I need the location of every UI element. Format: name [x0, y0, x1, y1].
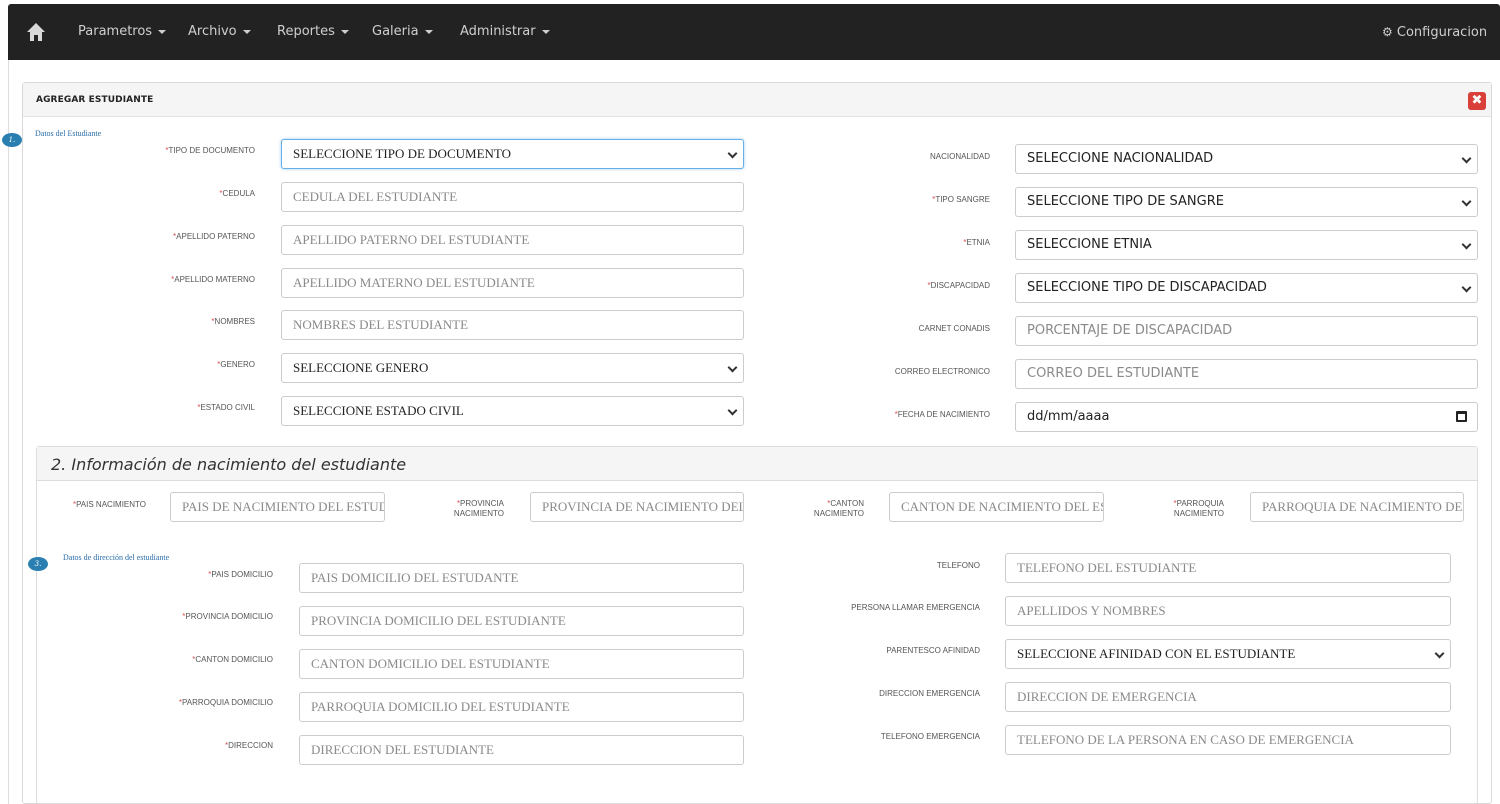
nav-menu-archivo[interactable]: Archivo [188, 4, 251, 60]
panel-heading: AGREGAR ESTUDIANTE ✖ [23, 83, 1491, 117]
telefono-emergencia-input[interactable]: TELEFONO DE LA PERSONA EN CASO DE EMERGE… [1005, 725, 1451, 755]
persona-emergencia-input[interactable]: APELLIDOS Y NOMBRES [1005, 596, 1451, 626]
label-genero: *GENERO [217, 360, 255, 369]
caret-down-icon [541, 29, 550, 34]
canton-domicilio-input[interactable]: CANTON DOMICILIO DEL ESTUDIANTE [299, 649, 744, 679]
top-navbar: Parametros Archivo Reportes Galeria Admi… [8, 4, 1500, 91]
chevron-down-icon [1461, 282, 1472, 293]
carnet-conadis-input[interactable]: PORCENTAJE DE DISCAPACIDAD [1015, 316, 1478, 346]
label-etnia: *ETNIA [963, 238, 990, 247]
provincia-nacimiento-input[interactable]: PROVINCIA DE NACIMIENTO DEL ESTUDIANTE [530, 492, 744, 522]
step-badge: 1. [2, 133, 22, 147]
chevron-down-icon [1461, 153, 1472, 164]
chevron-down-icon [1461, 239, 1472, 250]
label-telefono: TELEFONO [936, 561, 980, 570]
fecha-nacimiento-input[interactable]: dd/mm/aaaa [1015, 402, 1478, 432]
label-fecha-nacimiento: *FECHA DE NACIMIENTO [894, 410, 990, 419]
section-nacimiento-heading: 2. Información de nacimiento del estudia… [37, 447, 1477, 481]
provincia-domicilio-input[interactable]: PROVINCIA DOMICILIO DEL ESTUDIANTE [299, 606, 744, 636]
label-tipo-sangre: *TIPO SANGRE [932, 195, 990, 204]
chevron-down-icon [727, 405, 738, 416]
label-cedula: *CEDULA [219, 189, 255, 198]
label-persona-emergencia: PERSONA LLAMAR EMERGENCIA [851, 603, 980, 612]
cedula-input[interactable]: CEDULA DEL ESTUDIANTE [281, 182, 744, 212]
label-nacionalidad: NACIONALIDAD [929, 152, 990, 161]
apellido-paterno-input[interactable]: APELLIDO PATERNO DEL ESTUDIANTE [281, 225, 744, 255]
calendar-icon[interactable] [1456, 411, 1467, 422]
caret-down-icon [340, 29, 349, 34]
label-tipo-documento: *TIPO DE DOCUMENTO [165, 146, 255, 155]
chevron-down-icon [1461, 196, 1472, 207]
label-pais-domicilio: *PAIS DOMICILIO [208, 570, 273, 579]
nav-menu-galeria[interactable]: Galeria [372, 4, 433, 60]
label-parroquia-domicilio: *PARROQUIA DOMICILIO [178, 698, 273, 707]
pais-domicilio-input[interactable]: PAIS DOMICILIO DEL ESTUDANTE [299, 563, 744, 593]
direccion-emergencia-input[interactable]: DIRECCION DE EMERGENCIA [1005, 682, 1451, 712]
caret-down-icon [158, 29, 167, 34]
nombres-input[interactable]: NOMBRES DEL ESTUDIANTE [281, 310, 744, 340]
step-badge: 3. [28, 557, 48, 571]
label-telefono-emergencia: TELEFONO EMERGENCIA [880, 732, 980, 741]
label-correo-electronico: CORREO ELECTRONICO [894, 367, 990, 376]
etnia-select[interactable]: SELECCIONE ETNIA [1015, 230, 1478, 260]
tipo-sangre-select[interactable]: SELECCIONE TIPO DE SANGRE [1015, 187, 1478, 217]
label-carnet-conadis: CARNET CONADIS [918, 324, 990, 333]
label-canton-nacimiento: *CANTON NACIMIENTO [813, 499, 864, 518]
parroquia-nacimiento-input[interactable]: PARROQUIA DE NACIMIENTO DEL ESTUDIANTE [1250, 492, 1464, 522]
telefono-input[interactable]: TELEFONO DEL ESTUDIANTE [1005, 553, 1451, 583]
label-apellido-materno: *APELLIDO MATERNO [171, 275, 255, 284]
chevron-down-icon [1434, 648, 1445, 659]
tipo-documento-select[interactable]: SELECCIONE TIPO DE DOCUMENTO [281, 139, 744, 169]
parroquia-domicilio-input[interactable]: PARROQUIA DOMICILIO DEL ESTUDIANTE [299, 692, 744, 722]
section-nacimiento-title: 2. Información de nacimiento del estudia… [51, 455, 407, 474]
label-apellido-paterno: *APELLIDO PATERNO [173, 232, 255, 241]
chevron-down-icon [727, 362, 738, 373]
nav-menu-parametros[interactable]: Parametros [78, 4, 167, 60]
caret-down-icon [424, 29, 433, 34]
panel-title: AGREGAR ESTUDIANTE [36, 95, 154, 105]
nav-menu-configuracion[interactable]: ⚙ Configuracion [1382, 4, 1500, 91]
label-pais-nacimiento: *PAIS NACIMIENTO [72, 500, 146, 509]
label-provincia-domicilio: *PROVINCIA DOMICILIO [182, 612, 273, 621]
pais-nacimiento-input[interactable]: PAIS DE NACIMIENTO DEL ESTUDIANTE [170, 492, 385, 522]
nav-menu-reportes[interactable]: Reportes [277, 4, 349, 60]
home-icon[interactable] [26, 22, 46, 42]
label-canton-domicilio: *CANTON DOMICILIO [192, 655, 273, 664]
nav-menu-administrar[interactable]: Administrar [460, 4, 550, 60]
close-button[interactable]: ✖ [1468, 92, 1486, 110]
genero-select[interactable]: SELECCIONE GENERO [281, 353, 744, 383]
close-icon: ✖ [1471, 93, 1483, 108]
label-direccion-emergencia: DIRECCION EMERGENCIA [879, 689, 980, 698]
label-direccion: *DIRECCION [224, 741, 273, 750]
label-estado-civil: *ESTADO CIVIL [197, 403, 255, 412]
caret-down-icon [242, 29, 251, 34]
section-label-direccion: Datos de dirección del estudiante [63, 553, 170, 562]
discapacidad-select[interactable]: SELECCIONE TIPO DE DISCAPACIDAD [1015, 273, 1478, 303]
section-label-datos-estudiante: Datos del Estudiante [35, 129, 102, 138]
chevron-down-icon [727, 148, 738, 159]
nacionalidad-select[interactable]: SELECCIONE NACIONALIDAD [1015, 144, 1478, 174]
apellido-materno-input[interactable]: APELLIDO MATERNO DEL ESTUDIANTE [281, 268, 744, 298]
label-parroquia-nacimiento: *PARROQUIA NACIMIENTO [1173, 499, 1224, 518]
correo-input[interactable]: CORREO DEL ESTUDIANTE [1015, 359, 1478, 389]
label-parentesco-afinidad: PARENTESCO AFINIDAD [886, 646, 980, 655]
gear-icon: ⚙ [1382, 25, 1393, 39]
estado-civil-select[interactable]: SELECCIONE ESTADO CIVIL [281, 396, 744, 426]
label-provincia-nacimiento: *PROVINCIA NACIMIENTO [453, 499, 504, 518]
direccion-input[interactable]: DIRECCION DEL ESTUDIANTE [299, 735, 744, 765]
label-discapacidad: *DISCAPACIDAD [927, 281, 990, 290]
label-nombres: *NOMBRES [211, 317, 255, 326]
parentesco-afinidad-select[interactable]: SELECCIONE AFINIDAD CON EL ESTUDIANTE [1005, 639, 1451, 669]
canton-nacimiento-input[interactable]: CANTON DE NACIMIENTO DEL ESTUDIANTE [889, 492, 1104, 522]
